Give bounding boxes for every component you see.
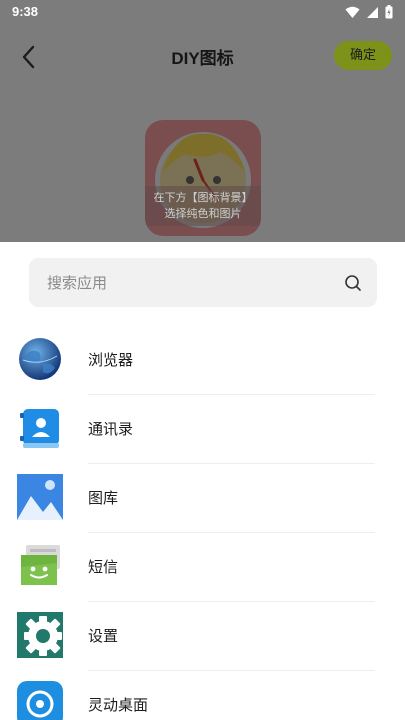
icon-preview-card[interactable]: 在下方【图标背景】 选择纯色和图片: [145, 120, 261, 236]
search-icon[interactable]: [343, 273, 363, 293]
contacts-icon: [20, 409, 59, 448]
app-item-browser[interactable]: 浏览器: [0, 326, 405, 395]
status-time: 9:38: [12, 4, 39, 19]
app-label-gallery: 图库: [88, 489, 119, 507]
wifi-icon: [345, 6, 360, 18]
app-label-messages: 短信: [88, 558, 119, 576]
status-icons: [345, 5, 393, 19]
settings-gear-icon: [17, 612, 63, 658]
status-bar: 9:38: [0, 0, 405, 26]
dimmed-page-backdrop[interactable]: DIY图标 确定 在下方【图标背景】 选择纯色和图片: [0, 26, 405, 242]
search-input[interactable]: 搜索应用: [29, 258, 377, 307]
app-item-messages[interactable]: 短信: [0, 533, 405, 602]
app-label-desktop: 灵动桌面: [88, 696, 149, 714]
app-picker-sheet: 搜索应用 浏览器 通讯录 图库 短信 设置 灵动桌面: [0, 242, 405, 720]
gallery-icon: [17, 474, 63, 520]
app-item-contacts[interactable]: 通讯录: [0, 395, 405, 464]
app-list: 浏览器 通讯录 图库 短信 设置 灵动桌面: [0, 326, 405, 720]
preview-hint-line2: 选择纯色和图片: [164, 207, 242, 220]
app-label-settings: 设置: [88, 627, 119, 645]
preview-hint-line1: 在下方【图标背景】: [153, 191, 253, 204]
preview-hint: 在下方【图标背景】 选择纯色和图片: [145, 190, 261, 222]
app-label-contacts: 通讯录: [88, 420, 134, 438]
search-placeholder: 搜索应用: [47, 274, 108, 292]
cellular-signal-icon: [367, 6, 378, 18]
app-item-desktop[interactable]: 灵动桌面: [0, 671, 405, 720]
battery-icon: [385, 5, 393, 19]
app-item-gallery[interactable]: 图库: [0, 464, 405, 533]
desktop-launcher-icon: [17, 681, 63, 720]
browser-globe-icon: [19, 338, 61, 380]
app-item-settings[interactable]: 设置: [0, 602, 405, 671]
confirm-button[interactable]: 确定: [334, 41, 392, 70]
app-label-browser: 浏览器: [88, 351, 134, 369]
messages-icon: [21, 545, 60, 585]
